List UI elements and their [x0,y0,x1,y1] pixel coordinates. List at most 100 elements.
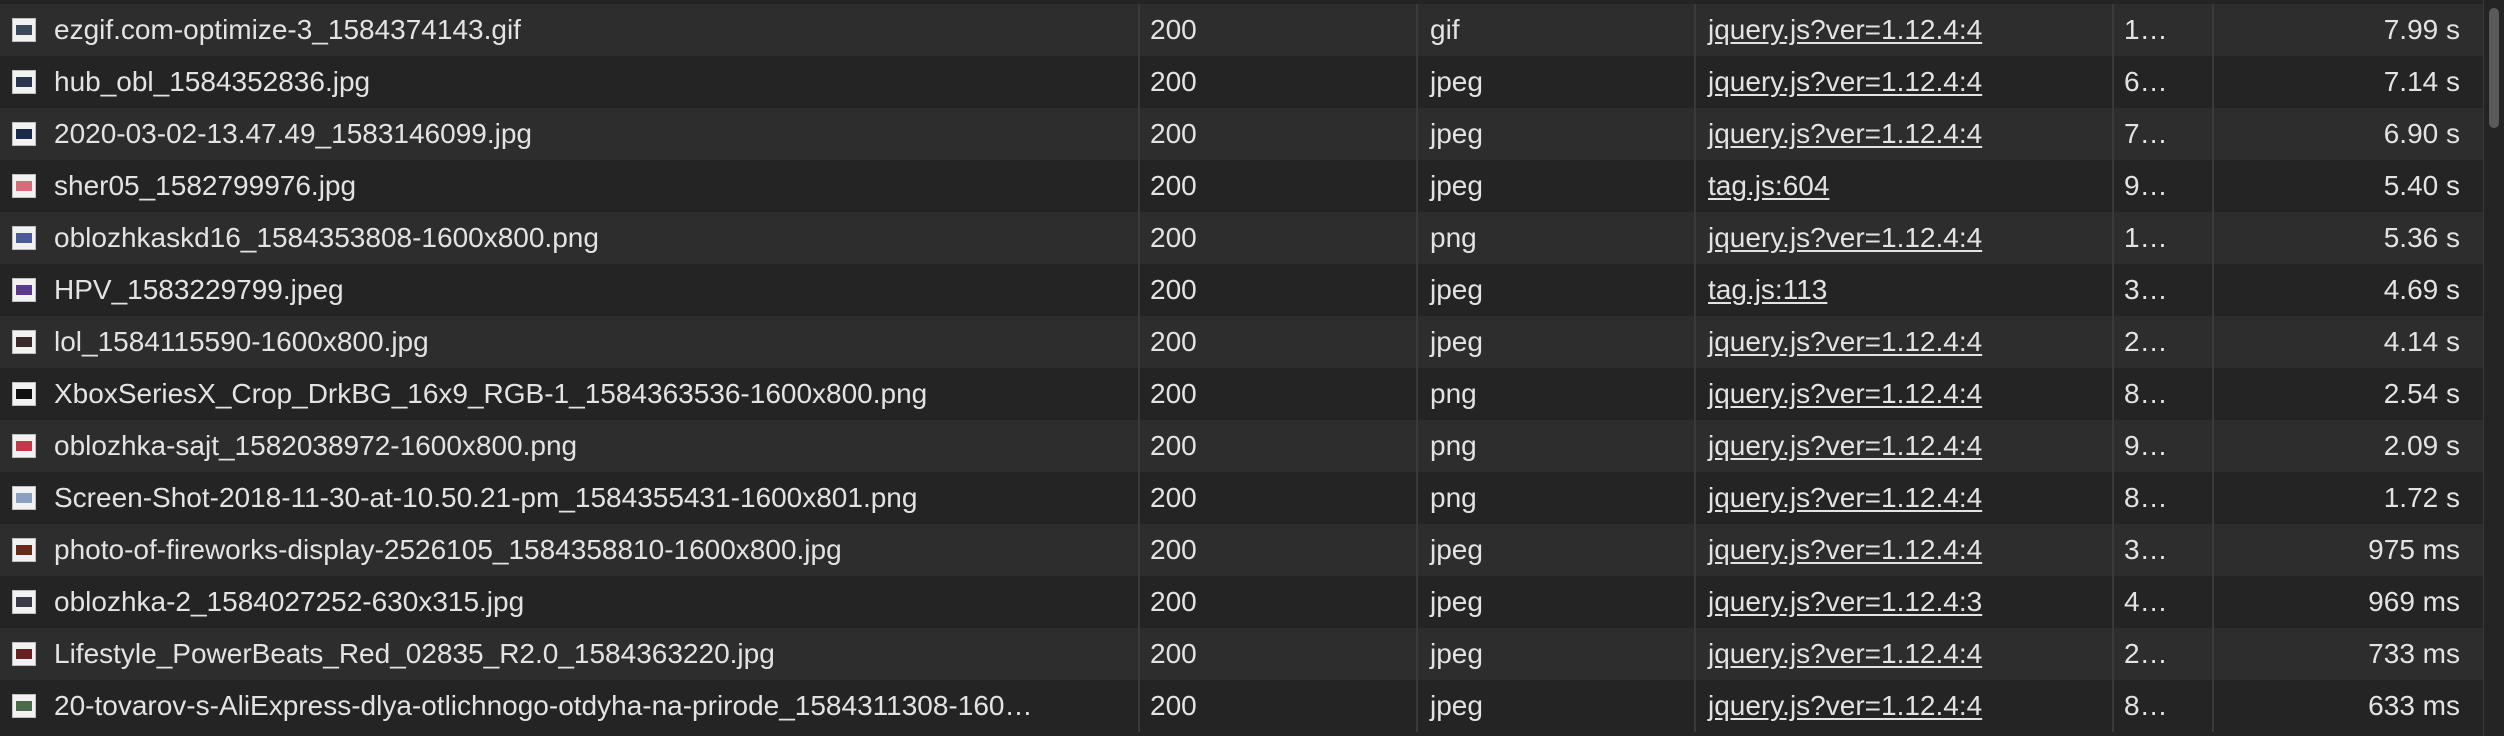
image-thumbnail-icon [12,18,36,42]
type-cell: jpeg [1418,524,1696,576]
initiator-link[interactable]: jquery.js?ver=1.12.4:4 [1708,638,1982,669]
request-name: hub_obl_1584352836.jpg [54,66,371,97]
request-row[interactable]: 20-tovarov-s-AliExpress-dlya-otlichnogo-… [0,680,2504,732]
size-cell: 8… [2114,680,2214,732]
size-cell: 9… [2114,420,2214,472]
initiator-cell: jquery.js?ver=1.12.4:4 [1696,420,2114,472]
image-thumbnail-icon [12,538,36,562]
image-thumbnail-icon [12,642,36,666]
request-name: sher05_1582799976.jpg [54,170,357,201]
request-name: Lifestyle_PowerBeats_Red_02835_R2.0_1584… [54,638,775,669]
initiator-link[interactable]: jquery.js?ver=1.12.4:4 [1708,690,1982,721]
initiator-cell: jquery.js?ver=1.12.4:3 [1696,576,2114,628]
initiator-link[interactable]: jquery.js?ver=1.12.4:3 [1708,586,1982,617]
name-cell[interactable]: Lifestyle_PowerBeats_Red_02835_R2.0_1584… [0,628,1140,680]
initiator-cell: jquery.js?ver=1.12.4:4 [1696,316,2114,368]
initiator-link[interactable]: tag.js:604 [1708,170,1829,201]
type-cell: png [1418,212,1696,264]
image-thumbnail-icon [12,590,36,614]
request-name: ezgif.com-optimize-3_1584374143.gif [54,14,521,45]
vertical-scrollbar[interactable] [2483,0,2504,736]
name-cell[interactable]: HPV_1583229799.jpeg [0,264,1140,316]
request-row[interactable]: HPV_1583229799.jpeg 200 jpeg tag.js:113 3… 4.… [0,264,2504,316]
request-row[interactable]: hub_obl_1584352836.jpg 200 jpeg jquery.js?v… [0,56,2504,108]
time-cell: 2.09 s [2383,430,2460,461]
request-name: Screen-Shot-2018-11-30-at-10.50.21-pm_15… [54,482,918,513]
initiator-link[interactable]: jquery.js?ver=1.12.4:4 [1708,534,1982,565]
status-cell: 200 [1140,264,1418,316]
initiator-link[interactable]: jquery.js?ver=1.12.4:4 [1708,118,1982,149]
time-cell: 7.14 s [2383,66,2460,97]
status-cell: 200 [1140,4,1418,56]
time-cell: 969 ms [2368,586,2460,617]
initiator-cell: jquery.js?ver=1.12.4:4 [1696,212,2114,264]
request-name: oblozhkaskd16_1584353808-1600x800.png [54,222,599,253]
initiator-link[interactable]: jquery.js?ver=1.12.4:4 [1708,222,1982,253]
request-row[interactable]: sher05_1582799976.jpg 200 jpeg tag.js:604 9…… [0,160,2504,212]
request-row[interactable]: lol_1584115590-1600x800.jpg 200 jpeg jquery… [0,316,2504,368]
initiator-link[interactable]: jquery.js?ver=1.12.4:4 [1708,326,1982,357]
initiator-link[interactable]: jquery.js?ver=1.12.4:4 [1708,66,1982,97]
name-cell[interactable]: Screen-Shot-2018-11-30-at-10.50.21-pm_15… [0,472,1140,524]
name-cell[interactable]: 20-tovarov-s-AliExpress-dlya-otlichnogo-… [0,680,1140,732]
image-thumbnail-icon [12,174,36,198]
size-cell: 3… [2114,264,2214,316]
request-row[interactable]: oblozhkaskd16_1584353808-1600x800.png 200… [0,212,2504,264]
name-cell[interactable]: oblozhkaskd16_1584353808-1600x800.png [0,212,1140,264]
initiator-cell: jquery.js?ver=1.12.4:4 [1696,108,2114,160]
image-thumbnail-icon [12,330,36,354]
initiator-link[interactable]: jquery.js?ver=1.12.4:4 [1708,482,1982,513]
name-cell[interactable]: hub_obl_1584352836.jpg [0,56,1140,108]
time-cell: 6.90 s [2383,118,2460,149]
initiator-link[interactable]: jquery.js?ver=1.12.4:4 [1708,378,1982,409]
scrollbar-thumb[interactable] [2489,8,2499,128]
request-name: HPV_1583229799.jpeg [54,274,344,305]
initiator-cell: jquery.js?ver=1.12.4:4 [1696,680,2114,732]
time-cell: 633 ms [2368,690,2460,721]
status-cell: 200 [1140,160,1418,212]
type-cell: gif [1418,4,1696,56]
status-cell: 200 [1140,368,1418,420]
name-cell[interactable]: oblozhka-sajt_1582038972-1600x800.png [0,420,1140,472]
initiator-link[interactable]: jquery.js?ver=1.12.4:4 [1708,14,1982,45]
status-cell: 200 [1140,316,1418,368]
size-cell: 4… [2114,576,2214,628]
image-thumbnail-icon [12,694,36,718]
request-row[interactable]: Screen-Shot-2018-11-30-at-10.50.21-pm_15… [0,472,2504,524]
request-row[interactable]: oblozhka-2_1584027252-630x315.jpg 200 jpeg… [0,576,2504,628]
initiator-cell: jquery.js?ver=1.12.4:4 [1696,4,2114,56]
status-cell: 200 [1140,576,1418,628]
size-cell: 9… [2114,160,2214,212]
name-cell[interactable]: oblozhka-2_1584027252-630x315.jpg [0,576,1140,628]
name-cell[interactable]: ezgif.com-optimize-3_1584374143.gif [0,4,1140,56]
name-cell[interactable]: sher05_1582799976.jpg [0,160,1140,212]
size-cell: 2… [2114,628,2214,680]
request-name: photo-of-fireworks-display-2526105_15843… [54,534,842,565]
image-thumbnail-icon [12,278,36,302]
time-cell: 7.99 s [2383,14,2460,45]
type-cell: jpeg [1418,576,1696,628]
request-row[interactable]: 2020-03-02-13.47.49_1583146099.jpg 200 jpe… [0,108,2504,160]
request-row[interactable]: ezgif.com-optimize-3_1584374143.gif 200 gi… [0,4,2504,56]
status-cell: 200 [1140,212,1418,264]
size-cell: 3… [2114,524,2214,576]
initiator-cell: jquery.js?ver=1.12.4:4 [1696,524,2114,576]
request-row[interactable]: XboxSeriesX_Crop_DrkBG_16x9_RGB-1_158436… [0,368,2504,420]
request-row[interactable]: photo-of-fireworks-display-2526105_15843… [0,524,2504,576]
name-cell[interactable]: photo-of-fireworks-display-2526105_15843… [0,524,1140,576]
name-cell[interactable]: XboxSeriesX_Crop_DrkBG_16x9_RGB-1_158436… [0,368,1140,420]
status-cell: 200 [1140,420,1418,472]
time-cell: 4.69 s [2383,274,2460,305]
type-cell: jpeg [1418,108,1696,160]
name-cell[interactable]: lol_1584115590-1600x800.jpg [0,316,1140,368]
initiator-link[interactable]: tag.js:113 [1708,274,1827,305]
request-row[interactable]: oblozhka-sajt_1582038972-1600x800.png 200… [0,420,2504,472]
type-cell: jpeg [1418,316,1696,368]
time-cell: 4.14 s [2383,326,2460,357]
type-cell: jpeg [1418,56,1696,108]
name-cell[interactable]: 2020-03-02-13.47.49_1583146099.jpg [0,108,1140,160]
request-row[interactable]: Lifestyle_PowerBeats_Red_02835_R2.0_1584… [0,628,2504,680]
size-cell: 1… [2114,212,2214,264]
initiator-link[interactable]: jquery.js?ver=1.12.4:4 [1708,430,1982,461]
type-cell: jpeg [1418,160,1696,212]
